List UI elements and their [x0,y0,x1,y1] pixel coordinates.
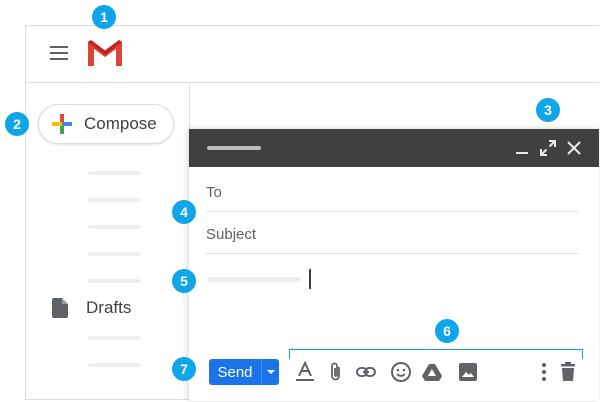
compose-window: To Subject Send [189,129,599,401]
chevron-down-icon [266,370,275,374]
send-button-group: Send [209,359,279,385]
attach-file-icon[interactable] [325,361,347,383]
callout-badge: 4 [172,200,196,224]
callout-badge: 7 [172,357,196,381]
subject-field[interactable]: Subject [206,213,579,254]
callout-badge: 1 [92,5,116,29]
sidebar-item-placeholder[interactable] [88,225,140,229]
minimize-icon[interactable] [513,139,531,157]
to-label: To [206,184,222,201]
drafts-label: Drafts [86,298,132,317]
more-options-icon[interactable] [533,361,555,383]
sidebar-item-placeholder[interactable] [88,252,140,256]
to-field[interactable]: To [206,171,579,212]
subject-label: Subject [206,226,257,243]
compose-label: Compose [84,114,157,133]
sidebar-item-drafts[interactable]: Drafts [52,298,131,318]
callout-badge: 3 [536,98,560,122]
callout-badge: 6 [435,319,459,343]
expand-icon[interactable] [539,139,557,157]
callout-badge: 5 [172,269,196,293]
sidebar-item-placeholder[interactable] [88,363,140,367]
compose-plus-icon [52,114,72,134]
compose-title-placeholder [207,146,261,150]
gmail-logo-icon[interactable] [86,38,124,68]
emoji-icon[interactable] [390,361,412,383]
toolbar-highlight-bracket [289,349,583,359]
send-options-button[interactable] [261,359,279,385]
close-icon[interactable] [565,139,583,157]
delete-icon[interactable] [557,361,579,383]
insert-link-icon[interactable] [355,361,377,383]
text-format-icon[interactable] [294,361,316,383]
sidebar-item-placeholder[interactable] [88,279,140,283]
compose-window-header[interactable] [189,129,599,167]
sidebar-item-placeholder[interactable] [88,198,140,202]
insert-photo-icon[interactable] [457,361,479,383]
send-button[interactable]: Send [209,359,261,385]
top-bar [26,26,599,83]
sidebar-item-placeholder[interactable] [88,336,140,340]
main-menu-icon[interactable] [50,46,68,60]
google-drive-icon[interactable] [421,361,443,383]
callout-badge: 2 [5,112,29,136]
message-body-placeholder[interactable] [208,277,300,282]
compose-button[interactable]: Compose [38,104,174,144]
drafts-file-icon [52,298,68,318]
sidebar-item-placeholder[interactable] [88,171,140,175]
text-cursor [309,269,311,289]
